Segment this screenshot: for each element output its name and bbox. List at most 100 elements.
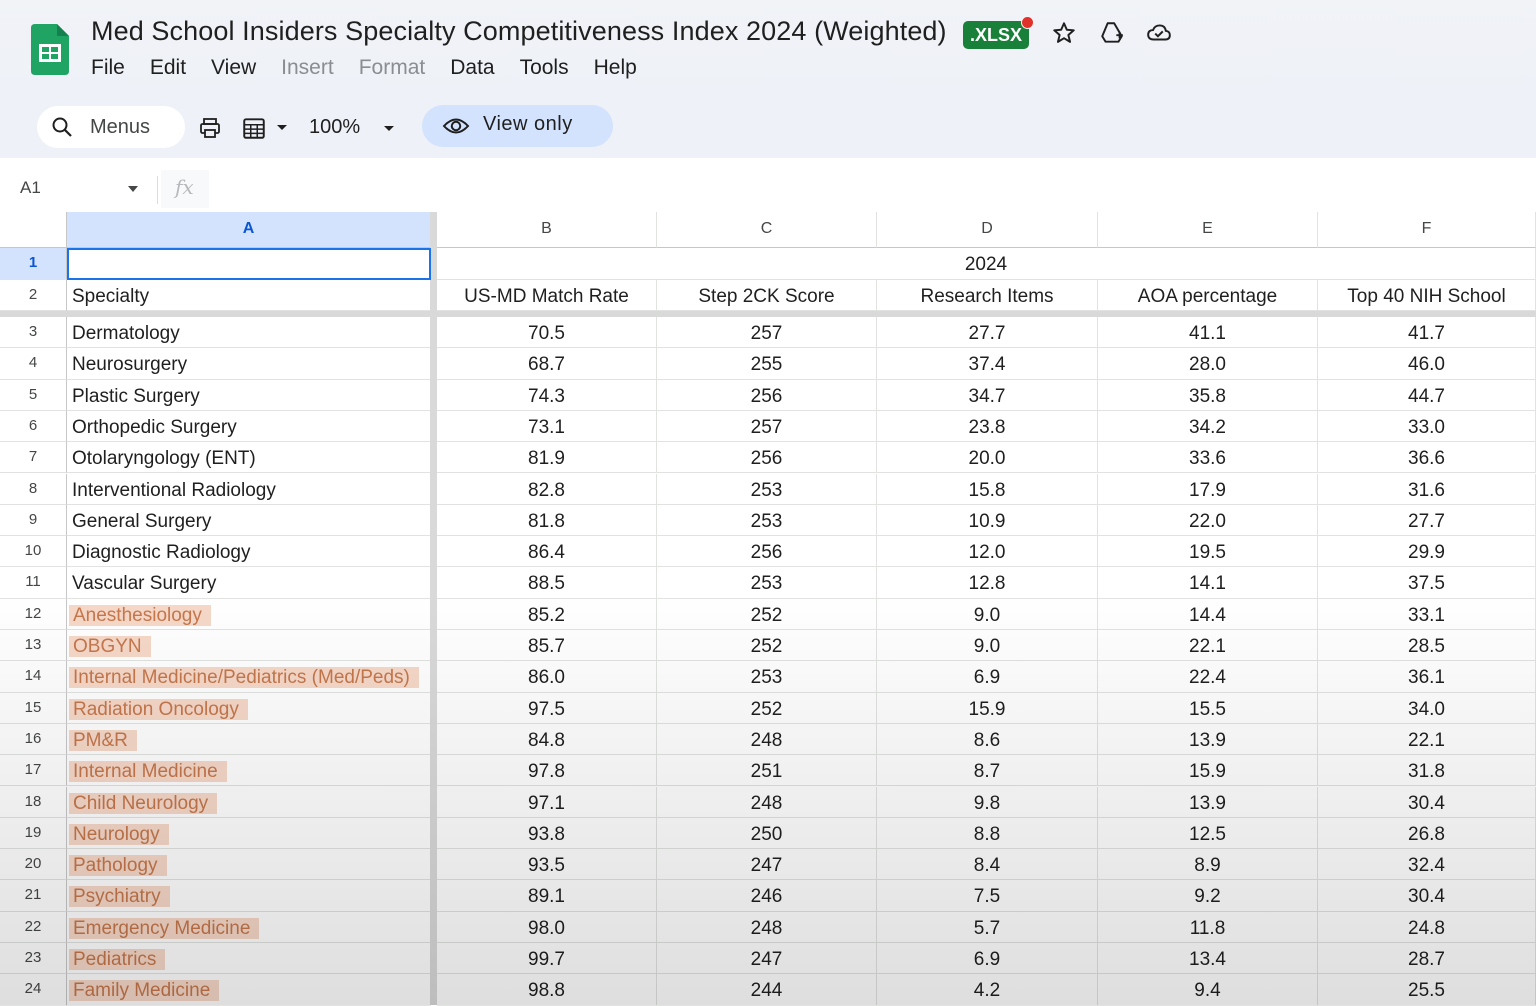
value-cell[interactable]: 36.6 <box>1318 442 1536 474</box>
value-cell[interactable]: 256 <box>657 379 877 411</box>
value-cell[interactable]: 246 <box>657 880 877 912</box>
value-cell[interactable]: 15.5 <box>1098 692 1318 724</box>
menu-view[interactable]: View <box>211 56 256 80</box>
specialty-cell[interactable]: Neurology <box>67 817 431 850</box>
value-cell[interactable]: 28.0 <box>1098 348 1318 380</box>
value-cell[interactable]: 22.1 <box>1098 630 1318 662</box>
specialty-cell[interactable]: PM&R <box>67 723 431 756</box>
zoom-chevron-down-icon[interactable] <box>383 125 395 133</box>
value-cell[interactable]: 11.8 <box>1098 911 1318 943</box>
value-cell[interactable]: 6.9 <box>877 943 1098 975</box>
value-cell[interactable]: 252 <box>657 692 877 724</box>
header-cell-4[interactable]: Research Items <box>877 280 1098 311</box>
value-cell[interactable]: 248 <box>657 723 877 756</box>
document-title[interactable]: Med School Insiders Specialty Competitiv… <box>91 16 947 47</box>
header-cell-5[interactable]: AOA percentage <box>1098 280 1318 311</box>
value-cell[interactable]: 37.4 <box>877 348 1098 380</box>
row-header-19[interactable]: 19 <box>0 817 67 850</box>
value-cell[interactable]: 4.2 <box>877 974 1098 1006</box>
value-cell[interactable]: 9.2 <box>1098 880 1318 912</box>
value-cell[interactable]: 248 <box>657 911 877 943</box>
value-cell[interactable]: 247 <box>657 943 877 975</box>
value-cell[interactable]: 27.7 <box>1318 504 1536 537</box>
value-cell[interactable]: 12.0 <box>877 536 1098 568</box>
value-cell[interactable]: 41.7 <box>1318 317 1536 349</box>
frozen-row-divider[interactable] <box>0 311 1536 317</box>
value-cell[interactable]: 20.0 <box>877 442 1098 474</box>
specialty-cell[interactable]: Anesthesiology <box>67 598 431 630</box>
column-header-f[interactable]: F <box>1318 212 1536 248</box>
row-header-24[interactable]: 24 <box>0 974 67 1006</box>
value-cell[interactable]: 9.8 <box>877 786 1098 818</box>
value-cell[interactable]: 34.0 <box>1318 692 1536 724</box>
value-cell[interactable]: 97.1 <box>437 786 657 818</box>
value-cell[interactable]: 15.8 <box>877 473 1098 505</box>
value-cell[interactable]: 82.8 <box>437 473 657 505</box>
value-cell[interactable]: 85.7 <box>437 630 657 662</box>
value-cell[interactable]: 84.8 <box>437 723 657 756</box>
row-header-9[interactable]: 9 <box>0 504 67 537</box>
value-cell[interactable]: 13.9 <box>1098 786 1318 818</box>
value-cell[interactable]: 17.9 <box>1098 473 1318 505</box>
value-cell[interactable]: 8.9 <box>1098 849 1318 881</box>
frozen-column-divider[interactable] <box>430 212 437 1005</box>
value-cell[interactable]: 253 <box>657 473 877 505</box>
value-cell[interactable]: 33.6 <box>1098 442 1318 474</box>
specialty-cell[interactable]: Interventional Radiology <box>67 473 431 505</box>
row-header-14[interactable]: 14 <box>0 661 67 693</box>
value-cell[interactable]: 7.5 <box>877 880 1098 912</box>
row-header-3[interactable]: 3 <box>0 317 67 349</box>
row-header-15[interactable]: 15 <box>0 692 67 724</box>
value-cell[interactable]: 257 <box>657 410 877 443</box>
value-cell[interactable]: 252 <box>657 598 877 630</box>
specialty-cell[interactable]: Otolaryngology (ENT) <box>67 442 431 474</box>
value-cell[interactable]: 247 <box>657 849 877 881</box>
menu-file[interactable]: File <box>91 56 125 80</box>
value-cell[interactable]: 34.2 <box>1098 410 1318 443</box>
view-only-button[interactable]: View only <box>422 105 613 147</box>
value-cell[interactable]: 86.0 <box>437 661 657 693</box>
value-cell[interactable]: 9.0 <box>877 630 1098 662</box>
select-all-corner[interactable] <box>0 212 67 248</box>
star-icon[interactable] <box>1051 20 1077 46</box>
row-header-18[interactable]: 18 <box>0 786 67 818</box>
row-header-20[interactable]: 20 <box>0 849 67 881</box>
value-cell[interactable]: 28.5 <box>1318 630 1536 662</box>
value-cell[interactable]: 26.8 <box>1318 817 1536 850</box>
value-cell[interactable]: 9.0 <box>877 598 1098 630</box>
value-cell[interactable]: 6.9 <box>877 661 1098 693</box>
value-cell[interactable]: 253 <box>657 567 877 599</box>
value-cell[interactable]: 19.5 <box>1098 536 1318 568</box>
value-cell[interactable]: 98.0 <box>437 911 657 943</box>
specialty-cell[interactable]: Vascular Surgery <box>67 567 431 599</box>
row-header-10[interactable]: 10 <box>0 536 67 568</box>
row-header-5[interactable]: 5 <box>0 379 67 411</box>
value-cell[interactable]: 97.8 <box>437 755 657 787</box>
column-header-c[interactable]: C <box>657 212 877 248</box>
specialty-cell[interactable]: Dermatology <box>67 317 431 349</box>
row-header-7[interactable]: 7 <box>0 442 67 474</box>
value-cell[interactable]: 98.8 <box>437 974 657 1006</box>
value-cell[interactable]: 73.1 <box>437 410 657 443</box>
value-cell[interactable]: 28.7 <box>1318 943 1536 975</box>
row-header-4[interactable]: 4 <box>0 348 67 380</box>
value-cell[interactable]: 8.8 <box>877 817 1098 850</box>
value-cell[interactable]: 34.7 <box>877 379 1098 411</box>
row-header-11[interactable]: 11 <box>0 567 67 599</box>
value-cell[interactable]: 41.1 <box>1098 317 1318 349</box>
value-cell[interactable]: 253 <box>657 504 877 537</box>
row-header-23[interactable]: 23 <box>0 943 67 975</box>
header-cell-2[interactable]: US-MD Match Rate <box>437 280 657 311</box>
specialty-cell[interactable]: Pediatrics <box>67 943 431 975</box>
value-cell[interactable]: 253 <box>657 661 877 693</box>
value-cell[interactable]: 81.9 <box>437 442 657 474</box>
value-cell[interactable]: 93.5 <box>437 849 657 881</box>
value-cell[interactable]: 12.8 <box>877 567 1098 599</box>
value-cell[interactable]: 93.8 <box>437 817 657 850</box>
value-cell[interactable]: 89.1 <box>437 880 657 912</box>
value-cell[interactable]: 252 <box>657 630 877 662</box>
value-cell[interactable]: 255 <box>657 348 877 380</box>
format-dropdown[interactable] <box>241 114 291 142</box>
value-cell[interactable]: 33.0 <box>1318 410 1536 443</box>
value-cell[interactable]: 29.9 <box>1318 536 1536 568</box>
